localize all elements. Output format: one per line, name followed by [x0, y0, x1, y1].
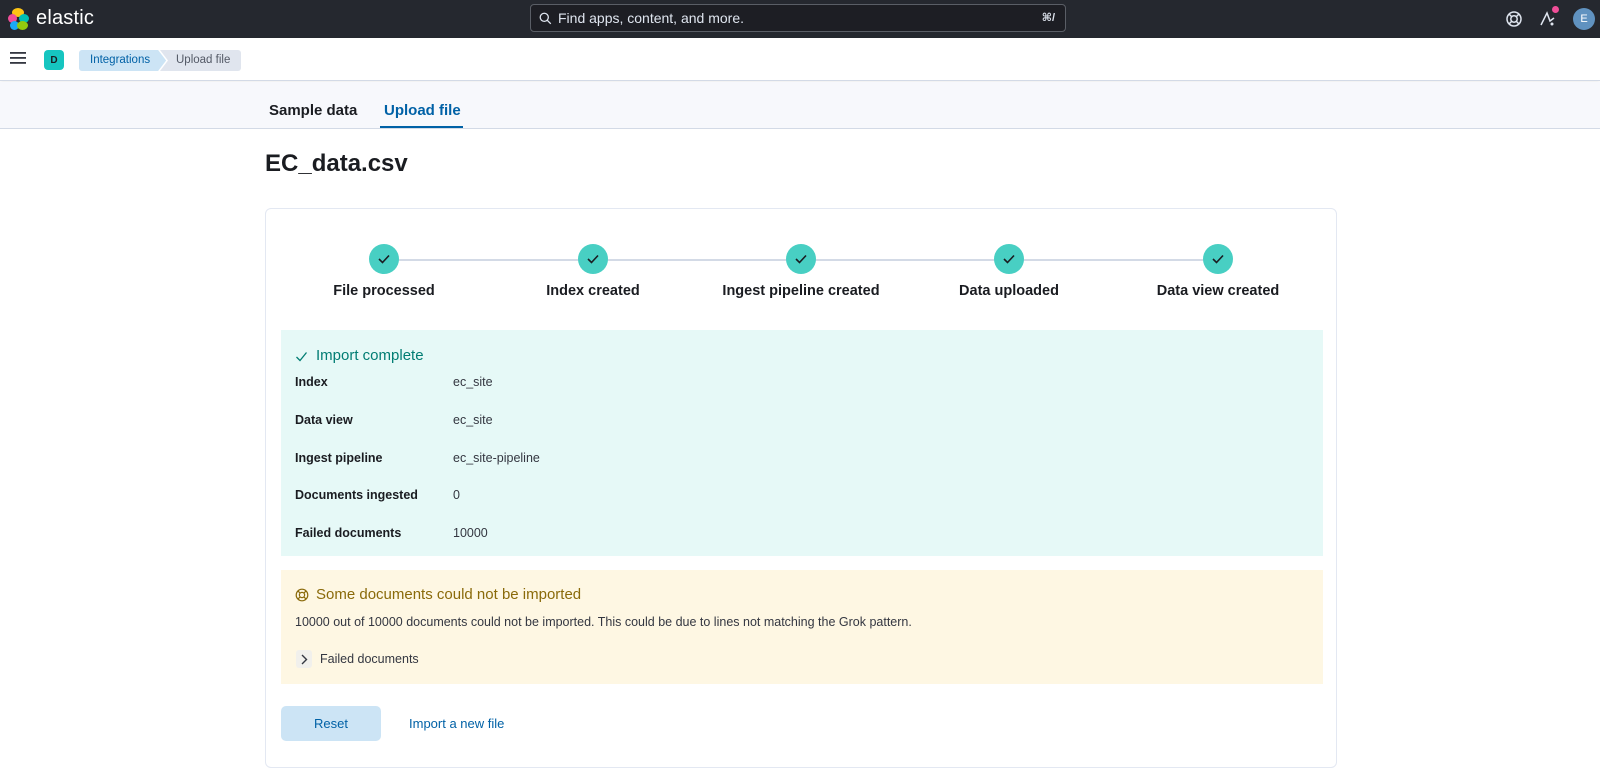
global-header: elastic ⌘/ E [0, 0, 1600, 38]
breadcrumb-integrations[interactable]: Integrations [79, 50, 166, 71]
help-icon [295, 588, 309, 602]
step-index-created-indicator [578, 244, 608, 274]
check-icon [1212, 254, 1224, 264]
active-tab-indicator [380, 126, 463, 128]
import-new-file-link[interactable]: Import a new file [409, 716, 504, 731]
step-file-processed-indicator [369, 244, 399, 274]
hamburger-menu-icon[interactable] [10, 51, 26, 65]
result-value-failed-documents: 10000 [453, 526, 488, 540]
page-title: EC_data.csv [265, 150, 408, 177]
chevron-right-icon [301, 654, 308, 664]
failed-documents-toggle[interactable]: Failed documents [320, 652, 419, 666]
search-shortcut-hint: ⌘/ [1041, 12, 1055, 24]
brand-name: elastic [36, 7, 95, 29]
space-avatar[interactable]: D [44, 50, 64, 70]
result-key-ingest-pipeline: Ingest pipeline [295, 451, 383, 465]
import-complete-callout [281, 330, 1323, 556]
tab-sample-data[interactable]: Sample data [269, 102, 357, 119]
step-label: Ingest pipeline created [722, 283, 880, 299]
breadcrumb-bar: D Integrations Upload file [0, 38, 1600, 81]
warning-title: Some documents could not be imported [316, 586, 582, 603]
import-complete-title: Import complete [316, 347, 424, 364]
warning-message: 10000 out of 10000 documents could not b… [295, 615, 912, 629]
check-icon [1003, 254, 1015, 264]
result-value-documents-ingested: 0 [453, 488, 460, 502]
tab-upload-file[interactable]: Upload file [384, 102, 461, 119]
result-key-data-view: Data view [295, 413, 353, 427]
result-value-data-view: ec_site [453, 413, 493, 427]
notification-dot [1552, 6, 1559, 13]
step-label: Data uploaded [959, 283, 1059, 299]
step-label: Data view created [1156, 283, 1280, 299]
search-icon [539, 12, 552, 24]
help-icon[interactable] [1504, 9, 1524, 29]
step-data-view-indicator [1203, 244, 1233, 274]
step-label: File processed [333, 283, 435, 299]
user-avatar[interactable]: E [1573, 8, 1595, 30]
tabs-bar: Sample data Upload file [0, 82, 1600, 129]
check-icon [378, 254, 390, 264]
elastic-logo[interactable]: elastic [8, 7, 94, 30]
check-icon [296, 352, 308, 362]
breadcrumb-upload-file: Upload file [160, 50, 242, 71]
result-key-index: Index [295, 375, 328, 389]
check-icon [795, 254, 807, 264]
step-ingest-pipeline-indicator [786, 244, 816, 274]
result-value-ingest-pipeline: ec_site-pipeline [453, 451, 540, 465]
check-icon [587, 254, 599, 264]
global-search[interactable]: ⌘/ [530, 4, 1066, 32]
search-input[interactable] [558, 10, 1028, 26]
step-data-uploaded-indicator [994, 244, 1024, 274]
failed-documents-expand-button[interactable] [296, 650, 312, 668]
reset-button[interactable]: Reset [281, 706, 381, 741]
result-key-documents-ingested: Documents ingested [295, 488, 418, 502]
result-value-index: ec_site [453, 375, 493, 389]
result-key-failed-documents: Failed documents [295, 526, 402, 540]
elastic-logo-icon [8, 7, 30, 30]
step-label: Index created [546, 283, 640, 299]
